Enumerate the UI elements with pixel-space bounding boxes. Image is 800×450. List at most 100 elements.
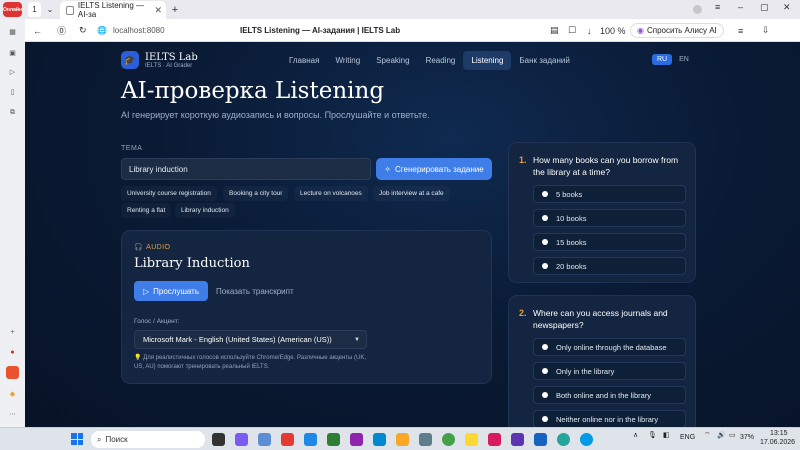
topic-chip[interactable]: Booking a city tour (223, 186, 288, 201)
battery-icon[interactable]: ▭ (729, 431, 736, 439)
bookmark-icon[interactable]: ☐ (568, 23, 576, 38)
lang-ru[interactable]: RU (652, 54, 673, 65)
listen-button[interactable]: ▷ Прослушать (134, 281, 208, 301)
clock-date[interactable]: 17.06.2026 (760, 439, 795, 446)
answer-option[interactable]: 20 books (533, 257, 686, 275)
language-switcher: RU EN (652, 54, 694, 65)
sidebar-page-icon[interactable]: ▯ (6, 85, 19, 98)
close-window-icon[interactable]: ✕ (783, 2, 791, 13)
tray-chevron-icon[interactable]: ∧ (633, 431, 638, 439)
brand-name: IELTS Lab (145, 51, 198, 63)
chevron-down-icon[interactable]: ⌄ (45, 2, 55, 17)
app-icon[interactable] (488, 433, 501, 446)
lang-en[interactable]: EN (674, 54, 694, 65)
pinterest-icon[interactable]: ● (6, 346, 19, 359)
reader-icon[interactable]: ▤ (550, 23, 559, 38)
bookmarks-menu-icon[interactable]: ≡ (738, 23, 743, 38)
topic-chip[interactable]: Job interview at a cafe (373, 186, 450, 201)
chevron-down-icon: ▼ (354, 336, 360, 343)
more-panels-icon[interactable]: ⋯ (6, 407, 19, 420)
topic-chip[interactable]: University course registration (121, 186, 217, 201)
app-icon[interactable] (258, 433, 271, 446)
answer-option[interactable]: Only in the library (533, 362, 686, 380)
nav-home[interactable]: Главная (281, 51, 327, 70)
downloads-icon[interactable]: ⇩ (762, 23, 770, 38)
copilot-icon[interactable] (235, 433, 248, 446)
show-transcript-button[interactable]: Показать транскрипт (216, 281, 294, 301)
topic-chip[interactable]: Renting a flat (121, 203, 171, 218)
play-icon[interactable]: ▷ (6, 65, 19, 78)
xbox-icon[interactable] (327, 433, 340, 446)
collections-icon[interactable]: ▦ (6, 25, 19, 38)
answer-option[interactable]: Only online through the database (533, 338, 686, 356)
microphone-icon[interactable]: 🎙 (648, 431, 657, 439)
option-label: 5 books (556, 189, 583, 199)
wifi-icon[interactable]: ⌔ (704, 431, 711, 440)
nav-reading[interactable]: Reading (418, 51, 464, 70)
answer-option[interactable]: Both online and in the library (533, 386, 686, 404)
voice-value: Microsoft Mark - English (United States)… (143, 335, 332, 344)
maximize-icon[interactable]: ▢ (760, 2, 769, 13)
menu-icon[interactable]: ≡ (715, 2, 720, 12)
generate-button[interactable]: ✧ Сгенерировать задание (376, 158, 492, 180)
app-icon[interactable] (511, 433, 524, 446)
office-icon[interactable] (6, 366, 19, 379)
topic-chip[interactable]: Lecture on volcanoes (294, 186, 368, 201)
answer-option[interactable]: Neither online nor in the library (533, 410, 686, 427)
games-icon[interactable]: ◆ (6, 387, 19, 400)
browser-tab-active[interactable]: IELTS Listening — AI-за ✕ (60, 1, 166, 19)
telegram-icon[interactable] (580, 433, 593, 446)
taskbar-search[interactable]: ⌕ Поиск (91, 431, 205, 448)
alice-button[interactable]: ◉ Спросить Алису AI (630, 23, 724, 38)
zoom-level[interactable]: 100 % (600, 23, 626, 38)
account-icon[interactable]: ⓪ (57, 23, 66, 38)
voice-select[interactable]: Microsoft Mark - English (United States)… (134, 330, 367, 349)
app-icon[interactable] (350, 433, 363, 446)
file-explorer-icon[interactable] (396, 433, 409, 446)
site-brand[interactable]: 🎓 IELTS Lab IELTS · AI Grader (121, 51, 198, 69)
volume-icon[interactable]: 🔊 (717, 431, 726, 439)
nav-writing[interactable]: Writing (327, 51, 368, 70)
yandex-browser-icon[interactable] (465, 433, 478, 446)
minimize-icon[interactable]: – (738, 2, 743, 12)
nav-listening[interactable]: Listening (463, 51, 512, 70)
add-panel-icon[interactable]: + (6, 326, 19, 339)
app-icon[interactable] (557, 433, 570, 446)
chrome-icon[interactable] (442, 433, 455, 446)
search-icon: ⌕ (97, 434, 102, 444)
edge-icon[interactable] (304, 433, 317, 446)
voice-hint-text: Для реалистичных голосов используйте Chr… (134, 355, 367, 370)
app-icon[interactable] (419, 433, 432, 446)
notes-icon[interactable]: ▣ (6, 46, 19, 59)
screenshot-icon[interactable]: ⧉ (6, 106, 19, 119)
nav-speaking[interactable]: Speaking (368, 51, 417, 70)
topic-input[interactable]: Library induction (121, 158, 371, 180)
answer-option[interactable]: 5 books (533, 185, 686, 203)
browser-logo-icon[interactable]: Онлайн (3, 2, 22, 17)
tab-counter[interactable]: 1 (28, 2, 41, 17)
nav-task-bank[interactable]: Банк заданий (511, 51, 577, 70)
tray-app-icon[interactable]: ◧ (663, 431, 670, 439)
app-icon[interactable] (373, 433, 386, 446)
yandex-icon[interactable] (281, 433, 294, 446)
answer-option[interactable]: 15 books (533, 233, 686, 251)
profile-avatar[interactable] (693, 5, 702, 14)
alice-label: Спросить Алису AI (646, 26, 717, 35)
windows-start-icon[interactable] (71, 433, 83, 445)
input-language[interactable]: ENG (680, 434, 695, 441)
close-tab-icon[interactable]: ✕ (154, 5, 162, 16)
topic-chip[interactable]: Library induction (175, 203, 235, 218)
download-arrow-icon[interactable]: ↓ (587, 23, 592, 38)
topic-label: ТЕМА (121, 145, 143, 152)
back-icon[interactable]: ← (33, 23, 42, 38)
page-subtitle: AI генерирует короткую аудиозапись и воп… (121, 110, 430, 120)
option-label: 15 books (556, 237, 587, 247)
clock-time[interactable]: 13:15 (770, 430, 788, 437)
vscode-icon[interactable] (534, 433, 547, 446)
reload-icon[interactable]: ↻ (79, 23, 87, 38)
answer-option[interactable]: 10 books (533, 209, 686, 227)
new-tab-icon[interactable]: + (170, 2, 180, 17)
option-label: Neither online nor in the library (556, 414, 659, 424)
task-view-icon[interactable] (212, 433, 225, 446)
option-label: Only online through the database (556, 342, 667, 352)
